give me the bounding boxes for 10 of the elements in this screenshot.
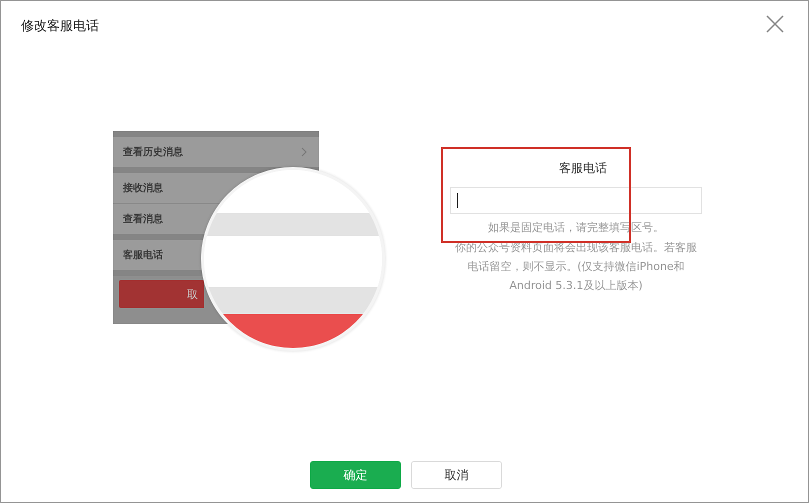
menu-item-label: 接收消息 xyxy=(123,182,163,195)
menu-item-label: 查看消息 xyxy=(123,212,163,226)
dialog-title: 修改客服电话 xyxy=(21,18,99,35)
field-label: 客服电话 xyxy=(558,160,607,177)
menu-item-label: 客服电话 xyxy=(123,248,163,262)
cancel-button[interactable]: 取消 xyxy=(411,461,502,489)
menu-item-label: 查看历史消息 xyxy=(123,146,183,159)
chevron-icon xyxy=(301,147,307,157)
close-icon[interactable] xyxy=(766,15,784,33)
phone-input-field[interactable] xyxy=(450,187,702,214)
